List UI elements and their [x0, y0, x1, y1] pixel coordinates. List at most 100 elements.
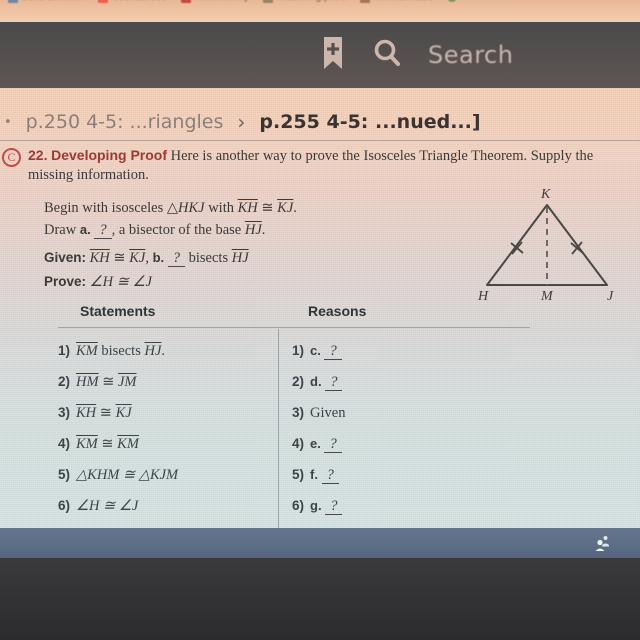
row-number: 6) [292, 498, 305, 513]
row-number: 1) [292, 343, 305, 358]
row-mid: bisects [97, 343, 145, 359]
table-top-rule [58, 327, 530, 328]
bookmark-item[interactable]: Build an Atom [8, 0, 84, 3]
table-row: 6) ∠H ≅ ∠J [58, 492, 138, 519]
bookmark-item[interactable]: www.arivalue [360, 0, 433, 3]
row-number: 2) [58, 374, 71, 389]
segment: KJ [115, 405, 132, 421]
prove-label: Prove: [44, 274, 87, 289]
row-number: 2) [292, 374, 305, 389]
favicon-icon [360, 0, 371, 3]
segment: KM [76, 343, 98, 359]
bookmark-item[interactable]: Next Activity [180, 0, 249, 3]
table-row: 4) KM ≅ KM [58, 430, 139, 457]
favicon-icon [97, 0, 108, 3]
reason-given: Given [310, 405, 346, 421]
breadcrumb: • p.250 4-5: ...riangles › p.255 4-5: ..… [0, 102, 640, 142]
table-row: 1) c. ? [292, 337, 342, 364]
bookmark-label: mastering.pmrs [277, 0, 346, 3]
table-row: 3) Given [292, 399, 345, 426]
segment: HJ [144, 343, 162, 359]
bookmark-item[interactable] [447, 0, 461, 2]
answer-blank-e[interactable]: ? [324, 436, 342, 453]
problem-title: Developing Proof [51, 147, 167, 163]
given-line: Given: KH ≅ KJ, b. ? bisects HJ [44, 250, 249, 267]
segment-kh: KH [237, 200, 258, 216]
bookmark-item[interactable]: SoundCloud [97, 0, 167, 3]
favicon-icon [447, 0, 458, 2]
row-mid: ≅ [96, 405, 116, 421]
part-label: e. [310, 436, 321, 451]
setup-line-2-post: , a bisector of the base [111, 222, 245, 238]
people-icon[interactable] [594, 534, 612, 552]
search-input[interactable]: Search [428, 41, 513, 69]
congruent-symbol: ≅ [113, 250, 126, 266]
answer-blank-f[interactable]: ? [321, 467, 339, 484]
chevron-right-icon: › [237, 110, 246, 134]
problem-number: 22. [28, 147, 48, 163]
breadcrumb-current-page[interactable]: p.255 4-5: ...nued...] [259, 111, 480, 133]
favicon-icon [8, 0, 18, 3]
bookmark-item[interactable]: mastering.pmrs [263, 0, 346, 3]
add-bookmark-icon[interactable] [320, 36, 346, 75]
prove-line: Prove: ∠H ≅ ∠J [44, 270, 249, 294]
congruent-symbol: ≅ [261, 200, 274, 216]
answer-blank-b[interactable]: ? [167, 250, 185, 267]
row-number: 5) [292, 467, 305, 482]
answer-blank-g[interactable]: ? [325, 498, 343, 515]
answer-blank-d[interactable]: ? [325, 374, 343, 391]
triangle-diagram-svg [486, 204, 608, 286]
row-mid: △KHM ≅ △KJM [76, 467, 179, 483]
table-row: 5) f. ? [292, 461, 339, 488]
answer-blank-c[interactable]: ? [324, 343, 342, 360]
vertex-label-h: H [478, 289, 489, 304]
segment: KH [76, 405, 97, 421]
copyright-badge: C [2, 148, 21, 167]
part-label-a: a. [79, 222, 91, 237]
setup-line-2-pre: Draw [44, 222, 80, 238]
bookmark-label: Next Activity [195, 0, 249, 3]
problem-heading: 22. Developing Proof Here is another way… [28, 146, 608, 185]
table-row: 2) d. ? [292, 368, 343, 395]
row-number: 6) [58, 498, 71, 513]
segment: KM [117, 436, 139, 452]
table-row: 5) △KHM ≅ △KJM [58, 461, 178, 488]
table-row: 2) HM ≅ JM [58, 368, 137, 395]
breadcrumb-leading-dot: • [4, 114, 12, 130]
triangle-figure: K H M J [455, 187, 635, 323]
part-label: c. [310, 343, 321, 358]
os-taskbar [0, 528, 640, 558]
device-screen-photo: Build an Atom SoundCloud Next Activity m… [0, 0, 640, 640]
row-mid: ∠H ≅ ∠J [76, 498, 139, 514]
toolbar-controls: Search [320, 36, 513, 75]
vertex-label-j: J [607, 289, 614, 304]
triangle-name: HKJ [177, 200, 205, 216]
part-label: f. [310, 467, 318, 482]
bookmark-label: SoundCloud [112, 0, 167, 3]
table-row: 3) KH ≅ KJ [58, 399, 132, 426]
segment: HM [76, 374, 99, 390]
table-row: 6) g. ? [292, 492, 343, 519]
bookmark-label: Build an Atom [22, 0, 84, 3]
favicon-icon [180, 0, 191, 3]
segment-kj: KJ [129, 250, 146, 266]
search-icon[interactable] [372, 37, 402, 74]
setup-line-1: Begin with isosceles △HKJ with KH ≅ KJ. [44, 200, 297, 216]
row-mid: ≅ [98, 374, 118, 390]
segment: KM [76, 436, 98, 452]
setup-line-1-pre: Begin with isosceles △ [44, 200, 178, 216]
answer-blank-a[interactable]: ? [94, 222, 112, 239]
row-number: 4) [292, 436, 305, 451]
column-header-reasons: Reasons [308, 303, 367, 319]
part-label: d. [310, 374, 322, 389]
browser-bookmarks-bar[interactable]: Build an Atom SoundCloud Next Activity m… [0, 0, 640, 22]
column-header-statements: Statements [80, 303, 156, 319]
segment-kh: KH [89, 250, 110, 266]
part-label: g. [310, 498, 322, 513]
segment-hj: HJ [231, 250, 249, 266]
problem-setup: Begin with isosceles △HKJ with KH ≅ KJ. … [44, 198, 444, 241]
breadcrumb-previous-page[interactable]: p.250 4-5: ...riangles [26, 111, 224, 133]
given-label: Given: [44, 250, 87, 265]
row-number: 1) [58, 343, 71, 358]
given-prove-block: Given: KH ≅ KJ, b. ? bisects HJ Prove: ∠… [44, 246, 249, 294]
